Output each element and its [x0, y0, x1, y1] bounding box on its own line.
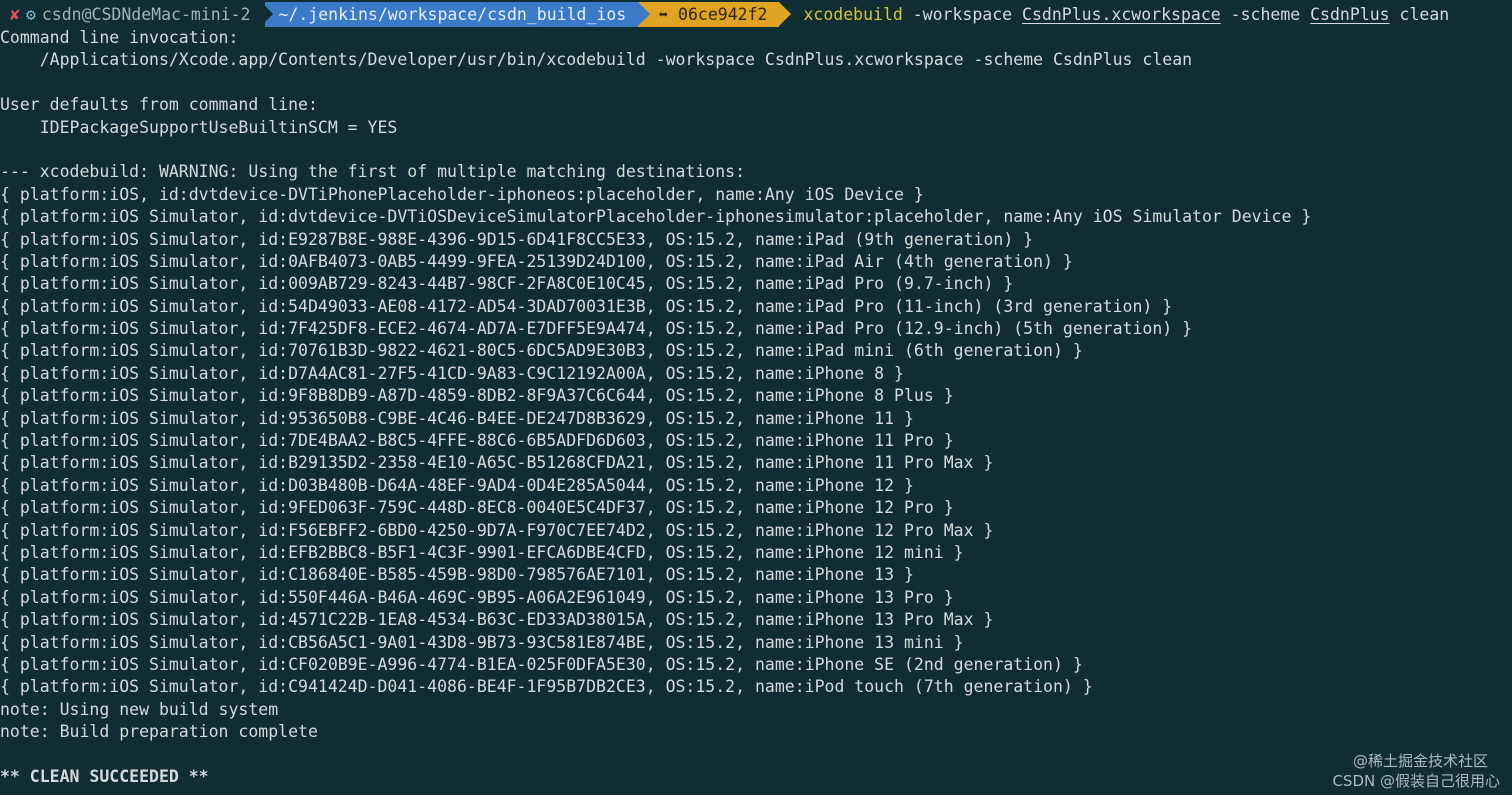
output-line: { platform:iOS Simulator, id:C941424D-D0…	[0, 677, 1093, 697]
command-workspace-path[interactable]: CsdnPlus.xcworkspace	[1022, 5, 1221, 24]
output-line: { platform:iOS, id:dvtdevice-DVTiPhonePl…	[0, 184, 924, 204]
output-line: { platform:iOS Simulator, id:B29135D2-23…	[0, 453, 994, 473]
command-arg: -scheme	[1220, 5, 1311, 24]
output-line: note: Build preparation complete	[0, 722, 318, 742]
prompt-path-segment: ~/.jenkins/workspace/csdn_build_ios	[260, 2, 650, 27]
watermark-csdn: CSDN @假装自己很用心	[1332, 772, 1500, 790]
output-line: ** CLEAN SUCCEEDED **	[0, 766, 209, 786]
output-line: { platform:iOS Simulator, id:EFB2BBC8-B5…	[0, 542, 964, 562]
watermark-juejin: @稀土掘金技术社区	[1352, 752, 1488, 770]
output-line: { platform:iOS Simulator, id:953650B8-C9…	[0, 408, 914, 428]
error-status-icon: ✘	[10, 5, 20, 24]
output-line: { platform:iOS Simulator, id:9FED063F-75…	[0, 498, 954, 518]
prompt-git-branch: ⬌ 06ce942f2	[638, 2, 792, 27]
output-line: { platform:iOS Simulator, id:E9287B8E-98…	[0, 229, 1034, 249]
output-line: /Applications/Xcode.app/Contents/Develop…	[0, 50, 1193, 70]
output-line: { platform:iOS Simulator, id:7DE4BAA2-B8…	[0, 431, 954, 451]
prompt-user-host: csdn@CSDNdeMac-mini-2	[41, 5, 251, 24]
command-arg: clean	[1389, 5, 1450, 24]
output-line: { platform:iOS Simulator, id:9F8B8DB9-A8…	[0, 386, 954, 406]
terminal-window[interactable]: ✘ ⚙ csdn@CSDNdeMac-mini-2 ~/.jenkins/wor…	[0, 0, 1512, 795]
gear-icon: ⚙	[25, 5, 36, 24]
output-line: { platform:iOS Simulator, id:4571C22B-1E…	[0, 610, 994, 630]
output-line: { platform:iOS Simulator, id:550F446A-B4…	[0, 587, 954, 607]
output-line: { platform:iOS Simulator, id:D03B480B-D6…	[0, 475, 914, 495]
prompt-command: xcodebuild -workspace CsdnPlus.xcworkspa…	[779, 2, 1449, 27]
output-line: { platform:iOS Simulator, id:F56EBFF2-6B…	[0, 520, 994, 540]
output-line: User defaults from command line:	[0, 95, 318, 115]
shell-prompt: ✘ ⚙ csdn@CSDNdeMac-mini-2 ~/.jenkins/wor…	[0, 2, 1512, 27]
output-line: Command line invocation:	[0, 28, 239, 47]
output-line: { platform:iOS Simulator, id:CF020B9E-A9…	[0, 654, 1083, 674]
output-line: note: Using new build system	[0, 699, 279, 719]
output-line: --- xcodebuild: WARNING: Using the first…	[0, 162, 746, 182]
output-line: { platform:iOS Simulator, id:CB56A5C1-9A…	[0, 632, 964, 652]
output-line: { platform:iOS Simulator, id:009AB729-82…	[0, 274, 1014, 294]
output-line: { platform:iOS Simulator, id:C186840E-B5…	[0, 565, 914, 585]
output-line: { platform:iOS Simulator, id:dvtdevice-D…	[0, 207, 1312, 227]
output-line: { platform:iOS Simulator, id:7F425DF8-EC…	[0, 319, 1193, 339]
output-line: { platform:iOS Simulator, id:0AFB4073-0A…	[0, 251, 1073, 271]
output-line: { platform:iOS Simulator, id:70761B3D-98…	[0, 341, 1083, 361]
output-line: { platform:iOS Simulator, id:54D49033-AE…	[0, 296, 1173, 316]
output-line: IDEPackageSupportUseBuiltinSCM = YES	[0, 117, 398, 137]
command-scheme-name[interactable]: CsdnPlus	[1310, 5, 1389, 24]
output-line: { platform:iOS Simulator, id:D7A4AC81-27…	[0, 363, 904, 383]
command-executable: xcodebuild	[803, 5, 903, 24]
terminal-output: Command line invocation: /Applications/X…	[0, 27, 1512, 788]
command-arg: -workspace	[902, 5, 1023, 24]
